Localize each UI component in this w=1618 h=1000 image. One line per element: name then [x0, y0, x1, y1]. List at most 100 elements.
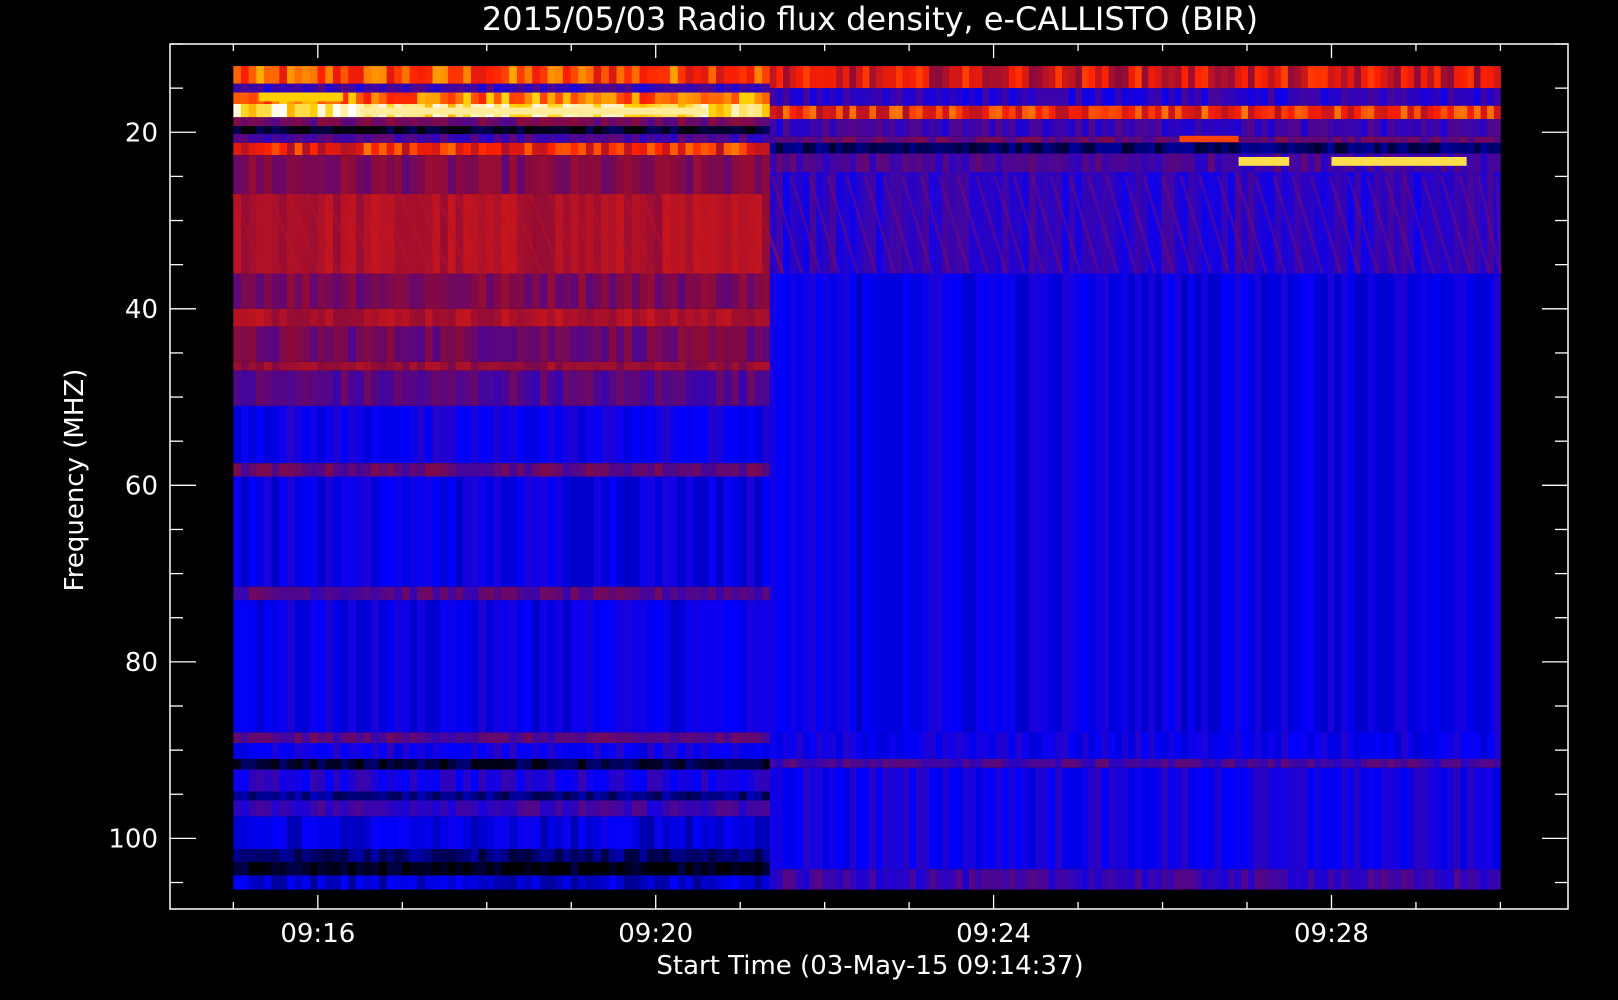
- heatmap-cell: [754, 142, 763, 156]
- heatmap-cell: [578, 273, 587, 309]
- heatmap-cell: [1241, 66, 1249, 89]
- heatmap-cell: [1128, 732, 1136, 759]
- heatmap-cell: [902, 153, 910, 172]
- heatmap-cell: [856, 66, 864, 89]
- heatmap-cell: [578, 83, 587, 93]
- heatmap-cell: [1400, 119, 1408, 137]
- heatmap-cell: [1075, 732, 1083, 759]
- heatmap-cell: [233, 273, 242, 309]
- heatmap-cell: [532, 758, 541, 770]
- heatmap-cell: [286, 816, 296, 849]
- heatmap-cell: [1367, 88, 1375, 106]
- heatmap-cell: [1321, 153, 1329, 172]
- heatmap-cell: [949, 119, 957, 137]
- heatmap-cell: [332, 732, 342, 744]
- heatmap-cell: [616, 155, 625, 195]
- heatmap-cell: [902, 142, 910, 154]
- heatmap-cell: [1201, 105, 1209, 120]
- heatmap-cell: [325, 66, 334, 84]
- heatmap-cell: [654, 743, 663, 759]
- heatmap-cell: [1161, 732, 1169, 759]
- heatmap-cell: [532, 732, 541, 744]
- heatmap-cell: [608, 83, 617, 93]
- heatmap-cell: [1075, 758, 1083, 768]
- heatmap-cell: [1088, 153, 1096, 172]
- heatmap-cell: [631, 816, 640, 849]
- heatmap-cell: [723, 463, 732, 477]
- heatmap-cell: [1287, 758, 1295, 768]
- heatmap-cell: [1148, 88, 1156, 106]
- heatmap-cell: [386, 800, 395, 817]
- heatmap-cell: [639, 848, 648, 863]
- heatmap-cell: [1234, 105, 1242, 120]
- heatmap-cell: [708, 476, 717, 587]
- heatmap-cell: [955, 273, 963, 733]
- heatmap-cell: [309, 816, 319, 849]
- heatmap-cell: [325, 758, 334, 770]
- heatmap-cell: [578, 875, 587, 890]
- heatmap-cell: [1042, 136, 1050, 143]
- heatmap-cell: [700, 326, 709, 362]
- heatmap-cell: [723, 117, 732, 127]
- heatmap-cell: [700, 476, 709, 587]
- heatmap-cell: [1194, 105, 1202, 120]
- heatmap-cell: [1168, 869, 1176, 890]
- heatmap-cell: [463, 791, 472, 801]
- heatmap-cell: [355, 791, 365, 801]
- heatmap-cell: [754, 875, 763, 890]
- heatmap-cell: [789, 732, 797, 759]
- heatmap-cell: [555, 326, 564, 362]
- heatmap-cell: [662, 875, 671, 890]
- heatmap-cell: [876, 88, 884, 106]
- heatmap-cell: [769, 136, 777, 143]
- heatmap-cell: [532, 816, 541, 849]
- heatmap-cell: [516, 308, 525, 327]
- heatmap-cell: [302, 800, 311, 817]
- heatmap-cell: [882, 732, 890, 759]
- heatmap-cell: [723, 104, 732, 118]
- heatmap-cell: [378, 92, 388, 105]
- heatmap-cell: [524, 326, 533, 362]
- heatmap-cell: [1480, 66, 1488, 89]
- heatmap-cell: [685, 816, 694, 849]
- heatmap-cell: [486, 370, 495, 406]
- heatmap-cell: [1008, 119, 1016, 137]
- heatmap-cell: [856, 136, 864, 143]
- heatmap-cell: [1161, 105, 1169, 120]
- heatmap-cell: [1128, 105, 1136, 120]
- heatmap-cell: [662, 743, 671, 759]
- heatmap-cell: [809, 732, 817, 759]
- heatmap-cell: [601, 600, 610, 733]
- heatmap-cell: [447, 273, 456, 309]
- heatmap-cell: [1022, 105, 1030, 120]
- heatmap-cell: [995, 105, 1003, 120]
- heatmap-cell: [639, 732, 648, 744]
- heatmap-cell: [409, 83, 418, 93]
- heatmap-cell: [570, 126, 579, 135]
- heatmap-cell: [1394, 136, 1402, 143]
- heatmap-cell: [279, 66, 288, 84]
- heatmap-cell: [1321, 136, 1329, 143]
- heatmap-cell: [241, 816, 250, 849]
- heatmap-cell: [363, 326, 372, 362]
- heatmap-cell: [895, 88, 903, 106]
- heatmap-cell: [455, 463, 464, 477]
- heatmap-cell: [746, 66, 755, 84]
- heatmap-cell: [524, 586, 533, 601]
- heatmap-cell: [524, 600, 533, 733]
- heatmap-cell: [294, 743, 303, 759]
- heatmap-cell: [279, 273, 288, 309]
- heatmap-cell: [378, 758, 388, 770]
- heatmap-cell: [1487, 105, 1495, 120]
- heatmap-cell: [241, 600, 250, 733]
- heatmap-cell: [1407, 119, 1415, 137]
- heatmap-cell: [317, 66, 326, 84]
- heatmap-cell: [693, 117, 702, 127]
- heatmap-cell: [493, 142, 502, 156]
- heatmap-cell: [424, 875, 433, 890]
- heatmap-cell: [509, 732, 518, 744]
- heatmap-cell: [816, 136, 824, 143]
- heatmap-cell: [1434, 88, 1442, 106]
- heatmap-cell: [995, 153, 1003, 172]
- heatmap-cell: [1314, 767, 1322, 870]
